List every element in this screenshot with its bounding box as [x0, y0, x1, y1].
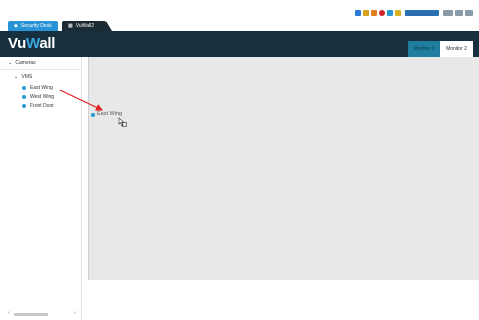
drag-arrow-annotation: [59, 89, 104, 111]
drag-cursor-icon: [118, 117, 127, 127]
